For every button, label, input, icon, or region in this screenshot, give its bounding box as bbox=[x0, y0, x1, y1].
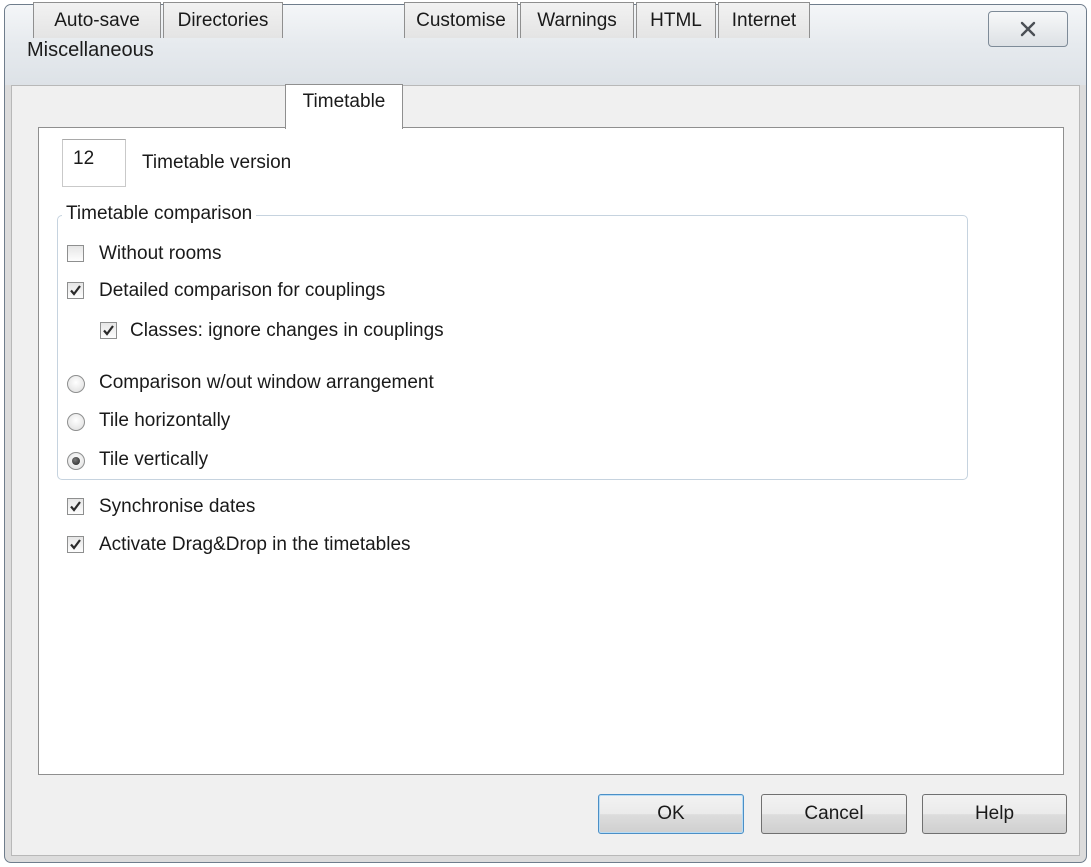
close-button[interactable] bbox=[988, 11, 1068, 47]
drag-drop-label: Activate Drag&Drop in the timetables bbox=[99, 534, 411, 555]
tab-label: Directories bbox=[177, 10, 269, 31]
radio-comparison-no-arrangement-label: Comparison w/out window arrangement bbox=[99, 372, 434, 393]
timetable-version-label: Timetable version bbox=[142, 152, 292, 173]
ok-button[interactable]: OK bbox=[598, 794, 744, 834]
radio-tile-vertically[interactable] bbox=[67, 452, 85, 470]
tab-directories[interactable]: Directories bbox=[163, 2, 283, 38]
window-title: Miscellaneous bbox=[27, 39, 154, 61]
classes-ignore-label: Classes: ignore changes in couplings bbox=[130, 320, 444, 341]
tab-auto-save[interactable]: Auto-save bbox=[33, 2, 161, 38]
without-rooms-label: Without rooms bbox=[99, 243, 222, 264]
timetable-comparison-legend: Timetable comparison bbox=[62, 203, 257, 225]
tab-label: Timetable bbox=[302, 91, 386, 112]
tab-label: Internet bbox=[731, 10, 797, 31]
tab-label: Customise bbox=[416, 10, 506, 31]
tab-customise[interactable]: Customise bbox=[404, 2, 518, 38]
checkmark-icon bbox=[70, 501, 81, 512]
radio-tile-horizontally[interactable] bbox=[67, 413, 85, 431]
checkmark-icon bbox=[70, 285, 81, 296]
radio-comparison-no-arrangement[interactable] bbox=[67, 375, 85, 393]
tab-html[interactable]: HTML bbox=[636, 2, 716, 38]
tab-warnings[interactable]: Warnings bbox=[520, 2, 634, 38]
help-button[interactable]: Help bbox=[922, 794, 1067, 834]
classes-ignore-checkbox[interactable] bbox=[100, 322, 117, 339]
tab-label: HTML bbox=[650, 10, 702, 31]
synchronise-dates-label: Synchronise dates bbox=[99, 496, 256, 517]
radio-selected-dot bbox=[72, 457, 80, 465]
drag-drop-checkbox[interactable] bbox=[67, 536, 84, 553]
detailed-comparison-checkbox[interactable] bbox=[67, 282, 84, 299]
radio-tile-vertically-label: Tile vertically bbox=[99, 449, 209, 470]
tab-timetable[interactable]: Timetable bbox=[285, 84, 403, 129]
tab-internet[interactable]: Internet bbox=[718, 2, 810, 38]
checkmark-icon bbox=[70, 539, 81, 550]
timetable-version-input[interactable]: 12 bbox=[62, 139, 126, 187]
checkmark-icon bbox=[103, 325, 114, 336]
tab-label: Auto-save bbox=[54, 10, 140, 31]
cancel-button[interactable]: Cancel bbox=[761, 794, 907, 834]
detailed-comparison-label: Detailed comparison for couplings bbox=[99, 280, 386, 301]
tab-label: Warnings bbox=[537, 10, 617, 31]
synchronise-dates-checkbox[interactable] bbox=[67, 498, 84, 515]
without-rooms-checkbox[interactable] bbox=[67, 245, 84, 262]
radio-tile-horizontally-label: Tile horizontally bbox=[99, 410, 231, 431]
close-x-icon bbox=[1020, 21, 1036, 37]
